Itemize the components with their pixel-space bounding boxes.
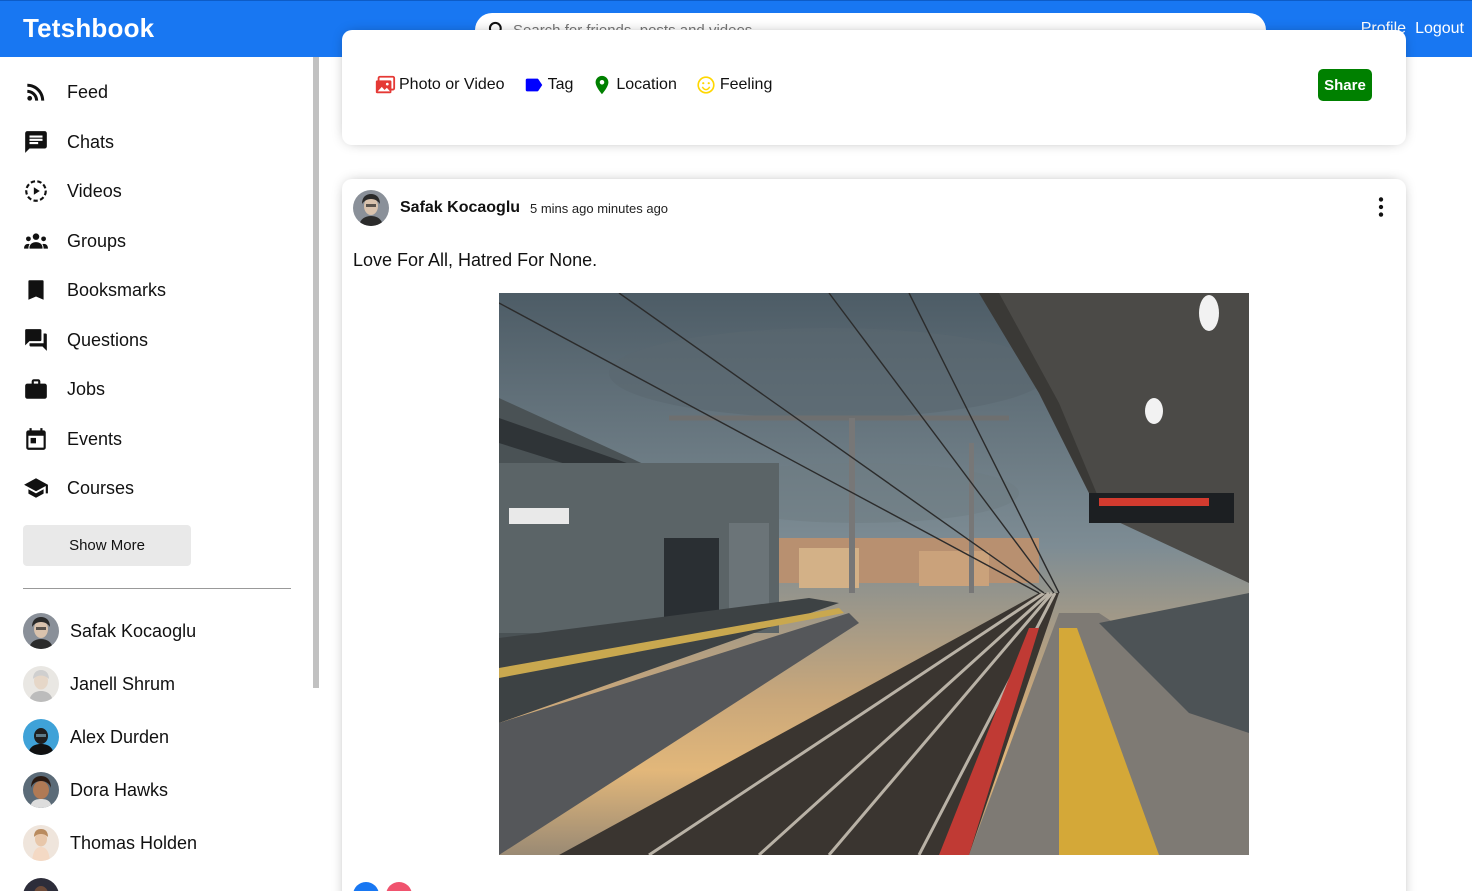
avatar xyxy=(23,613,59,649)
rss-icon xyxy=(27,83,45,101)
like-reaction-icon[interactable] xyxy=(353,882,379,891)
friend-item[interactable]: Dora Hawks xyxy=(23,772,168,808)
friend-item-partial[interactable] xyxy=(23,878,59,891)
sidebar-item-label: Feed xyxy=(67,81,109,102)
post-timestamp: 5 mins ago minutes ago xyxy=(530,201,669,216)
group-icon xyxy=(24,233,48,249)
sidebar-item-chats[interactable]: Chats xyxy=(23,127,114,157)
share-options: Photo or Video Tag Location Feeling xyxy=(374,74,790,96)
forum-icon xyxy=(25,329,47,351)
sidebar-divider xyxy=(23,588,291,589)
friend-name: Janell Shrum xyxy=(70,673,176,694)
calendar-icon xyxy=(26,428,46,450)
logout-link[interactable]: Logout xyxy=(1415,20,1464,38)
app-logo[interactable]: Tetshbook xyxy=(23,13,154,44)
post-username[interactable]: Safak Kocaoglu xyxy=(400,199,520,217)
photo-icon xyxy=(375,75,396,94)
sidebar-item-feed[interactable]: Feed xyxy=(23,77,108,107)
post-text: Love For All, Hatred For None. xyxy=(353,250,598,270)
sidebar-item-courses[interactable]: Courses xyxy=(23,473,134,503)
sidebar-item-label: Videos xyxy=(67,180,122,201)
bookmark-icon xyxy=(28,280,44,300)
sidebar-scrollbar[interactable] xyxy=(313,57,319,688)
post-image[interactable] xyxy=(499,293,1249,855)
share-option-photo[interactable]: Photo or Video xyxy=(374,74,505,96)
friend-item[interactable]: Janell Shrum xyxy=(23,666,175,702)
friend-item[interactable]: Safak Kocaoglu xyxy=(23,613,196,649)
location-pin-icon xyxy=(595,75,609,95)
sidebar-item-label: Chats xyxy=(67,131,115,152)
graduation-cap-icon xyxy=(24,478,48,498)
avatar xyxy=(23,772,59,808)
share-option-feeling[interactable]: Feeling xyxy=(695,74,772,96)
share-option-location[interactable]: Location xyxy=(591,74,677,96)
more-vert-icon[interactable] xyxy=(1368,194,1394,220)
friend-item[interactable]: Alex Durden xyxy=(23,719,169,755)
avatar[interactable] xyxy=(353,190,389,226)
sidebar-item-label: Events xyxy=(67,428,123,449)
avatar xyxy=(23,825,59,861)
avatar xyxy=(23,666,59,702)
avatar xyxy=(23,719,59,755)
friend-name: Safak Kocaoglu xyxy=(70,620,197,641)
friend-name: Alex Durden xyxy=(70,726,170,747)
sidebar-item-videos[interactable]: Videos xyxy=(23,176,122,206)
share-option-label: Location xyxy=(616,76,677,93)
post-card: Safak Kocaoglu 5 mins ago minutes ago Lo… xyxy=(342,179,1406,891)
briefcase-icon xyxy=(25,379,47,399)
sidebar-item-label: Jobs xyxy=(67,378,106,399)
sidebar-item-label: Booksmarks xyxy=(67,279,167,300)
share-option-label: Photo or Video xyxy=(399,76,505,93)
show-more-button[interactable]: Show More xyxy=(23,525,191,566)
avatar xyxy=(23,878,59,891)
friend-item[interactable]: Thomas Holden xyxy=(23,825,197,861)
sidebar-item-questions[interactable]: Questions xyxy=(23,325,148,355)
play-circle-icon xyxy=(25,180,47,202)
sidebar-item-bookmarks[interactable]: Booksmarks xyxy=(23,275,166,305)
share-option-tag[interactable]: Tag xyxy=(523,74,574,96)
heart-reaction-icon[interactable] xyxy=(386,882,412,891)
share-option-label: Feeling xyxy=(719,76,773,93)
sidebar-item-jobs[interactable]: Jobs xyxy=(23,374,105,404)
sidebar-item-events[interactable]: Events xyxy=(23,424,122,454)
sidebar-item-label: Questions xyxy=(67,329,149,350)
share-button[interactable]: Share xyxy=(1318,69,1372,101)
sidebar-item-groups[interactable]: Groups xyxy=(23,226,126,256)
sidebar-item-label: Groups xyxy=(67,230,127,251)
friend-name: Dora Hawks xyxy=(70,779,169,800)
chat-icon xyxy=(25,131,47,153)
friend-name: Thomas Holden xyxy=(70,832,198,853)
share-option-label: Tag xyxy=(547,76,574,93)
sidebar: Feed Chats Videos Groups Booksmarks Ques… xyxy=(0,57,320,891)
share-card: Photo or Video Tag Location Feeling Shar… xyxy=(342,30,1406,145)
smiley-icon xyxy=(697,76,715,94)
label-icon xyxy=(525,78,542,92)
sidebar-item-label: Courses xyxy=(67,477,135,498)
